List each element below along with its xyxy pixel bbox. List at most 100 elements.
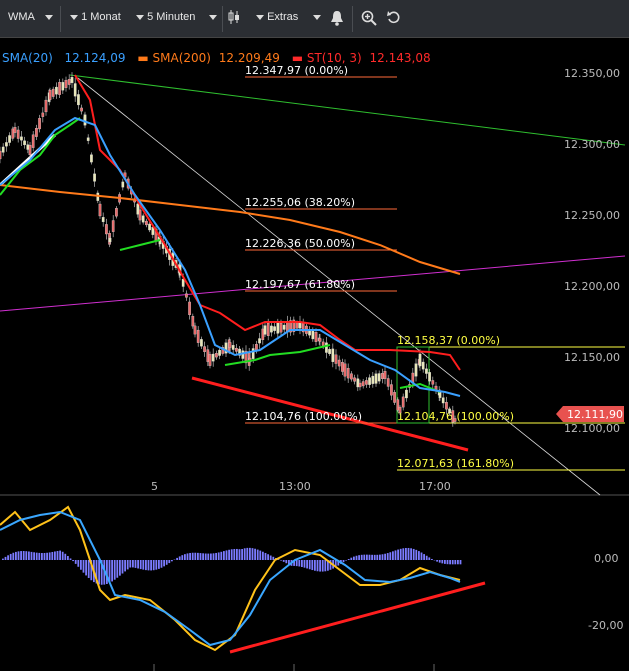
histogram-bar [67,556,69,560]
histogram-bar [251,548,254,560]
interval-caret-icon[interactable] [209,11,217,23]
trend-line-green[interactable] [69,74,626,146]
candle-body [145,220,148,226]
candle-body [353,377,356,382]
zoom-in-icon[interactable] [361,10,377,29]
candle-body [0,150,2,160]
histogram-bar [228,549,230,560]
histogram-bar [59,550,61,560]
histogram-bar [210,553,212,560]
chevron-down-icon [136,14,144,20]
histogram-bar [199,553,202,560]
chart-type-label: WMA [8,11,35,23]
histogram-bar [371,554,373,560]
histogram-bar [48,552,51,560]
range-select[interactable]: 1 Monat [70,11,121,23]
candle-body [421,361,425,370]
oscillator-yellow-line[interactable] [0,505,461,652]
current-price-label: 12.111,90 [567,408,623,421]
histogram-bar [399,548,402,560]
candle-body [23,140,26,146]
histogram-bar [249,547,251,560]
price-chart[interactable]: 12.347,97 (0.00%) 12.255,06 (38.20%) 12.… [0,38,629,671]
histogram-bar [264,552,267,560]
sma20-line[interactable] [0,116,461,397]
histogram-bar [379,554,381,560]
histogram-bar [321,560,324,572]
candle-body [80,107,83,112]
candle-body [31,134,35,148]
candle-body [58,82,61,95]
candle-body [55,86,58,95]
candle-body [390,384,393,396]
candle-body [451,410,455,423]
histogram-bar [165,560,168,565]
histogram-bar [46,552,48,560]
histogram-bar [150,560,152,571]
histogram-bar [197,552,199,560]
histogram-bar [139,560,142,570]
histogram-bar [269,555,272,560]
candle-body [318,338,322,342]
fib-label: 12.071,63 (161.80%) [397,457,514,470]
candle-body [365,380,368,385]
divergence-line-oscillator[interactable] [229,581,486,654]
histogram-bar [295,560,298,567]
histogram-bar [298,560,301,567]
histogram-bar [311,560,314,571]
chevron-down-icon [70,14,78,20]
histogram-bar [124,560,126,572]
histogram-bar [262,551,264,560]
candle-body [5,142,8,147]
histogram-bar [56,550,59,560]
candlestick-icon[interactable] [228,9,240,28]
histogram-bar [285,560,288,564]
price-tick: 12.300,00 [564,138,620,151]
time-tick: 5 [151,480,158,493]
candle-body [368,377,371,385]
reset-undo-icon[interactable] [387,10,401,29]
extras-menu[interactable]: Extras [256,11,298,23]
alarm-bell-icon[interactable] [330,10,344,29]
histogram-bar [85,560,87,576]
candle-body [188,301,191,316]
interval-select[interactable]: 5 Minuten [136,11,195,23]
histogram-bar [158,560,160,569]
extras-caret-icon[interactable] [313,11,321,23]
histogram-bar [230,549,233,560]
time-tick: 17:00 [419,480,451,493]
histogram-bar [412,548,415,560]
candle-body [270,325,273,333]
price-tick: 12.100,00 [564,422,620,435]
chart-type-caret-icon[interactable] [45,11,53,23]
sma200-line[interactable] [0,184,461,275]
candle-body [418,353,422,367]
candle-body [295,322,299,329]
range-label: 1 Monat [81,11,121,23]
candle-body [331,348,335,362]
candle-body [108,237,112,243]
histogram-bar [405,547,407,560]
candle-body [1,146,5,153]
histogram-bar [77,560,80,567]
histogram-bar [41,553,43,560]
histogram-bar [72,560,74,562]
supertrend-green-line[interactable] [119,239,161,251]
histogram-bar [28,551,30,560]
histogram-bar [389,552,392,560]
candle-body [70,76,74,84]
oscillator-blue-line[interactable] [0,510,461,647]
candle-body [48,90,52,100]
histogram-bar [225,550,228,560]
candle-body [35,128,38,137]
chart-type-select[interactable]: WMA [8,11,35,23]
histogram-bar [61,551,64,560]
fib-label: 12.158,37 (0.00%) [397,334,500,347]
fib-label: 12.347,97 (0.00%) [245,64,348,77]
fib-label: 12.226,36 (50.00%) [245,237,355,250]
candle-body [215,353,218,358]
candle-body [279,323,283,333]
histogram-bar [306,560,308,569]
candle-body [196,329,200,343]
price-tick: 12.250,00 [564,209,620,222]
